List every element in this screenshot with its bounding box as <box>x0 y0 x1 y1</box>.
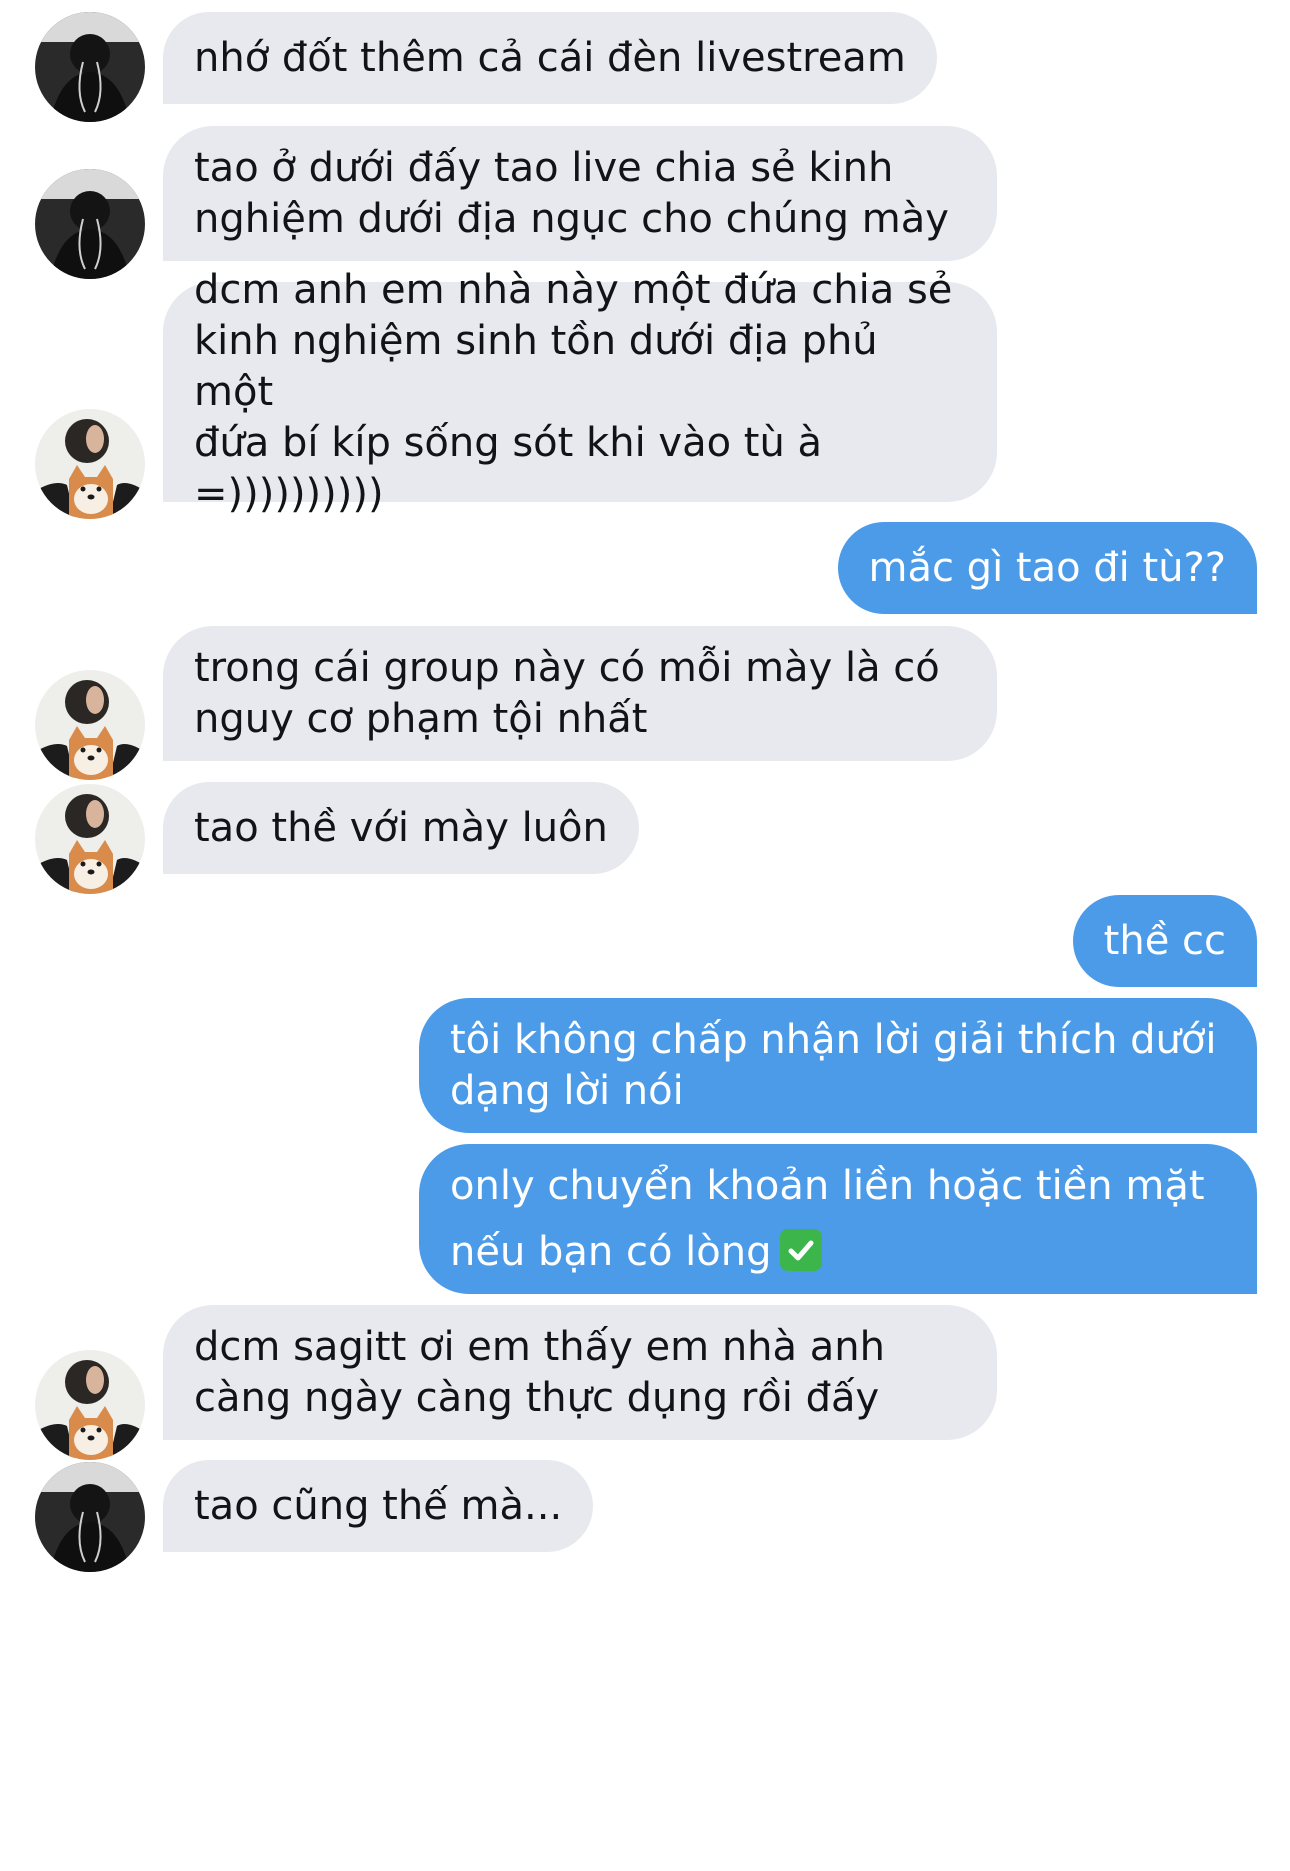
avatar[interactable] <box>35 784 145 894</box>
avatar-dog-user-icon <box>35 409 145 519</box>
message-text: dcm anh em nhà này một đứa chia sẻ kinh … <box>194 266 953 517</box>
message-text: only chuyển khoản liền hoặc tiền mặt nếu… <box>450 1163 1205 1275</box>
avatar-dog-user-icon <box>35 784 145 894</box>
avatar[interactable] <box>35 169 145 279</box>
message-text: dcm sagitt ơi em thấy em nhà anh càng ng… <box>194 1323 885 1421</box>
avatar-dog-user-icon <box>35 670 145 780</box>
message-text: nhớ đốt thêm cả cái đèn livestream <box>194 34 906 81</box>
message-bubble-incoming[interactable]: nhớ đốt thêm cả cái đèn livestream <box>163 12 937 104</box>
message-bubble-incoming[interactable]: tao cũng thế mà... <box>163 1460 594 1552</box>
avatar-dark-user-icon <box>35 1462 145 1572</box>
avatar[interactable] <box>35 670 145 780</box>
message-bubble-outgoing[interactable]: only chuyển khoản liền hoặc tiền mặt nếu… <box>419 1144 1257 1294</box>
avatar-dog-user-icon <box>35 1350 145 1460</box>
message-bubble-outgoing[interactable]: tôi không chấp nhận lời giải thích dưới … <box>419 998 1257 1133</box>
message-bubble-incoming[interactable]: trong cái group này có mỗi mày là có ngu… <box>163 626 997 761</box>
avatar-dark-user-icon <box>35 169 145 279</box>
avatar[interactable] <box>35 1350 145 1460</box>
avatar[interactable] <box>35 409 145 519</box>
message-text: trong cái group này có mỗi mày là có ngu… <box>194 644 940 742</box>
message-text: tôi không chấp nhận lời giải thích dưới … <box>450 1016 1217 1114</box>
message-text: mắc gì tao đi tù?? <box>868 544 1227 591</box>
avatar[interactable] <box>35 1462 145 1572</box>
message-text: thề cc <box>1103 917 1226 964</box>
message-bubble-incoming[interactable]: dcm anh em nhà này một đứa chia sẻ kinh … <box>163 267 997 517</box>
message-text: tao cũng thế mà... <box>194 1482 563 1529</box>
message-bubble-incoming[interactable]: tao ở dưới đấy tao live chia sẻ kinh ngh… <box>163 126 997 261</box>
message-bubble-incoming[interactable]: tao thề với mày luôn <box>163 782 639 874</box>
message-text: tao ở dưới đấy tao live chia sẻ kinh ngh… <box>194 144 949 242</box>
message-text: tao thề với mày luôn <box>194 804 608 851</box>
message-bubble-incoming[interactable]: dcm sagitt ơi em thấy em nhà anh càng ng… <box>163 1305 997 1440</box>
check-mark-button-emoji-icon <box>779 1229 822 1271</box>
message-bubble-outgoing[interactable]: thề cc <box>1072 895 1257 987</box>
message-bubble-outgoing[interactable]: mắc gì tao đi tù?? <box>837 522 1257 614</box>
avatar-dark-user-icon <box>35 12 145 122</box>
avatar[interactable] <box>35 12 145 122</box>
